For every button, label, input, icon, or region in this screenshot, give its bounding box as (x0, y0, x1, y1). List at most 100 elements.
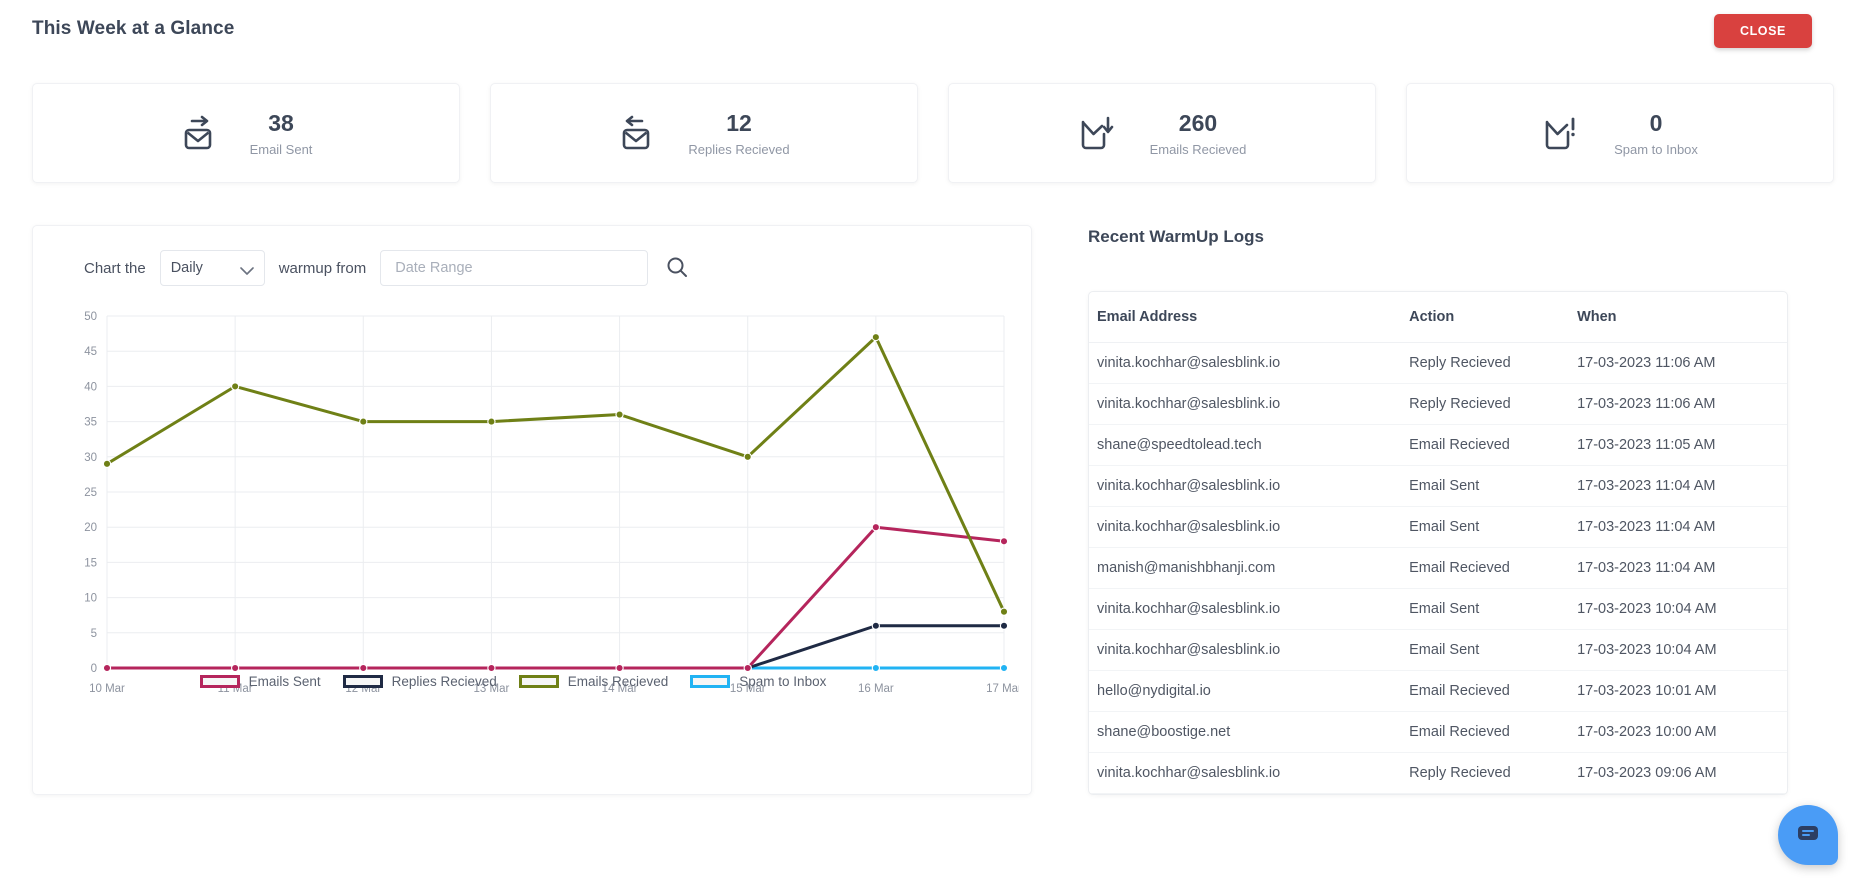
chat-bubble-icon (1795, 820, 1821, 851)
table-row[interactable]: shane@boostige.net Email Recieved 17-03-20… (1089, 711, 1787, 753)
date-range-input[interactable] (380, 250, 649, 286)
stat-value: 12 (726, 110, 752, 137)
chart-svg: 0510152025303540455010 Mar 11 Mar 12 Mar 13… (84, 311, 1022, 695)
table-row[interactable]: vinita.kochhar@salesblink.io Email Sent 17… (1089, 465, 1787, 507)
log-when: 17-03-2023 11:06 AM (1577, 342, 1787, 384)
log-action: Reply Recieved (1409, 342, 1578, 384)
stat-card-emails-recieved: 260 Emails Recieved (948, 83, 1376, 183)
stats-row: 38 Email Sent 12 Replies Recieved 260 Em… (32, 83, 1834, 183)
y-axis-tick: 45 (84, 346, 97, 358)
line-chart: 0 5 10 15 20 25 30 35 40 45 50 10 Mar 11 Mar 12 Mar 13… (59, 306, 1022, 736)
legend-swatch-emails-recieved (518, 675, 559, 688)
log-email: vinita.kochhar@salesblink.io (1089, 752, 1410, 794)
column-header-email: Email Address (1089, 292, 1410, 343)
logs-table: Email Address Action When vinita.kochhar… (1089, 292, 1787, 794)
table-row[interactable]: vinita.kochhar@salesblink.io Email Sent 17… (1089, 629, 1787, 671)
legend-swatch-replies-recieved (342, 675, 383, 688)
logs-title: Recent WarmUp Logs (1088, 227, 1265, 246)
reply-recieved-icon (618, 114, 654, 152)
legend-label: Replies Recieved (391, 674, 497, 689)
log-action: Email Sent (1409, 629, 1578, 671)
stat-value: 38 (268, 110, 294, 137)
table-row[interactable]: vinita.kochhar@salesblink.io Reply Reciev… (1089, 752, 1787, 794)
table-row[interactable]: shane@speedtolead.tech Email Recieved 17-0… (1089, 424, 1787, 466)
log-when: 17-03-2023 11:04 AM (1577, 465, 1787, 507)
log-email: vinita.kochhar@salesblink.io (1089, 588, 1410, 630)
table-row[interactable]: vinita.kochhar@salesblink.io Reply Reciev… (1089, 383, 1787, 425)
spam-inbox-icon (1542, 114, 1580, 152)
stat-label: Emails Recieved (1149, 141, 1247, 157)
legend-item[interactable]: Replies Recieved (342, 674, 497, 689)
stat-label: Spam to Inbox (1614, 141, 1698, 157)
log-action: Email Recieved (1409, 670, 1578, 712)
stat-card-replies-recieved: 12 Replies Recieved (490, 83, 918, 183)
interval-select-value: Daily (170, 260, 203, 276)
email-recieved-icon (1078, 114, 1116, 152)
y-axis-tick: 35 (84, 417, 97, 429)
log-when: 17-03-2023 11:05 AM (1577, 424, 1787, 466)
search-icon (666, 256, 688, 281)
y-axis-tick: 5 (91, 628, 97, 640)
stat-card-spam-to-inbox: 0 Spam to Inbox (1406, 83, 1834, 183)
log-when: 17-03-2023 11:04 AM (1577, 506, 1787, 548)
close-button[interactable]: CLOSE (1713, 14, 1812, 48)
log-when: 17-03-2023 10:04 AM (1577, 629, 1787, 671)
legend-item[interactable]: Emails Sent (199, 674, 321, 689)
table-row[interactable]: vinita.kochhar@salesblink.io Reply Reciev… (1089, 342, 1787, 384)
log-email: vinita.kochhar@salesblink.io (1089, 342, 1410, 384)
log-action: Email Recieved (1409, 424, 1578, 466)
log-email: vinita.kochhar@salesblink.io (1089, 506, 1410, 548)
log-when: 17-03-2023 09:06 AM (1577, 752, 1787, 794)
log-email: vinita.kochhar@salesblink.io (1089, 383, 1410, 425)
chart-series-replies-recieved (102, 621, 1009, 673)
legend-item[interactable]: Emails Recieved (518, 674, 669, 689)
chevron-down-icon (239, 264, 254, 282)
chart-legend: Emails Sent Replies Recieved Emails Reci… (33, 674, 993, 689)
log-action: Reply Recieved (1409, 752, 1578, 794)
log-email: vinita.kochhar@salesblink.io (1089, 629, 1410, 671)
table-row[interactable]: vinita.kochhar@salesblink.io Email Sent 17… (1089, 506, 1787, 548)
legend-swatch-spam-to-inbox (690, 675, 731, 688)
logs-panel: Recent WarmUp Logs Email Address Action … (1088, 225, 1788, 887)
interval-select[interactable]: Daily (159, 250, 265, 286)
chart-series-emails-recieved (102, 332, 1009, 616)
log-action: Email Sent (1409, 506, 1578, 548)
stat-value: 260 (1178, 110, 1218, 137)
logs-card: Email Address Action When vinita.kochhar… (1088, 291, 1788, 795)
log-when: 17-03-2023 10:00 AM (1577, 711, 1787, 753)
legend-item[interactable]: Spam to Inbox (690, 674, 826, 689)
log-action: Reply Recieved (1409, 383, 1578, 425)
chart-prefix-label: Chart the (84, 259, 146, 277)
legend-label: Emails Recieved (567, 674, 669, 689)
log-action: Email Recieved (1409, 711, 1578, 753)
y-axis-tick: 30 (84, 452, 97, 464)
chat-widget-button[interactable] (1778, 805, 1838, 865)
chart-suffix-label: warmup from (278, 259, 367, 277)
log-email: manish@manishbhanji.com (1089, 547, 1410, 589)
table-row[interactable]: manish@manishbhanji.com Email Recieved 17-… (1089, 547, 1787, 589)
warmup-dashboard-page: This Week at a Glance CLOSE 38 Email Sen… (0, 0, 1866, 887)
y-axis-tick: 40 (84, 381, 97, 393)
stat-label: Email Sent (249, 141, 313, 157)
log-when: 17-03-2023 10:04 AM (1577, 588, 1787, 630)
column-header-when: When (1577, 292, 1787, 343)
table-row[interactable]: hello@nydigital.io Email Recieved 17-03-20… (1089, 670, 1787, 712)
log-when: 17-03-2023 10:01 AM (1577, 670, 1787, 712)
search-button[interactable] (662, 254, 692, 283)
legend-label: Spam to Inbox (739, 674, 827, 689)
log-email: shane@boostige.net (1089, 711, 1410, 753)
log-when: 17-03-2023 11:06 AM (1577, 383, 1787, 425)
log-email: hello@nydigital.io (1089, 670, 1410, 712)
stat-card-email-sent: 38 Email Sent (32, 83, 460, 183)
log-email: shane@speedtolead.tech (1089, 424, 1410, 466)
page-title: This Week at a Glance (32, 18, 235, 39)
legend-swatch-emails-sent (199, 675, 240, 688)
table-row[interactable]: vinita.kochhar@salesblink.io Email Sent 17… (1089, 588, 1787, 630)
email-sent-icon (180, 114, 216, 152)
log-action: Email Sent (1409, 465, 1578, 507)
log-action: Email Sent (1409, 588, 1578, 630)
column-header-action: Action (1409, 292, 1578, 343)
log-when: 17-03-2023 11:04 AM (1577, 547, 1787, 589)
logs-table-body: vinita.kochhar@salesblink.io Reply Reciev… (1089, 342, 1787, 794)
y-axis-tick: 10 (84, 593, 97, 605)
